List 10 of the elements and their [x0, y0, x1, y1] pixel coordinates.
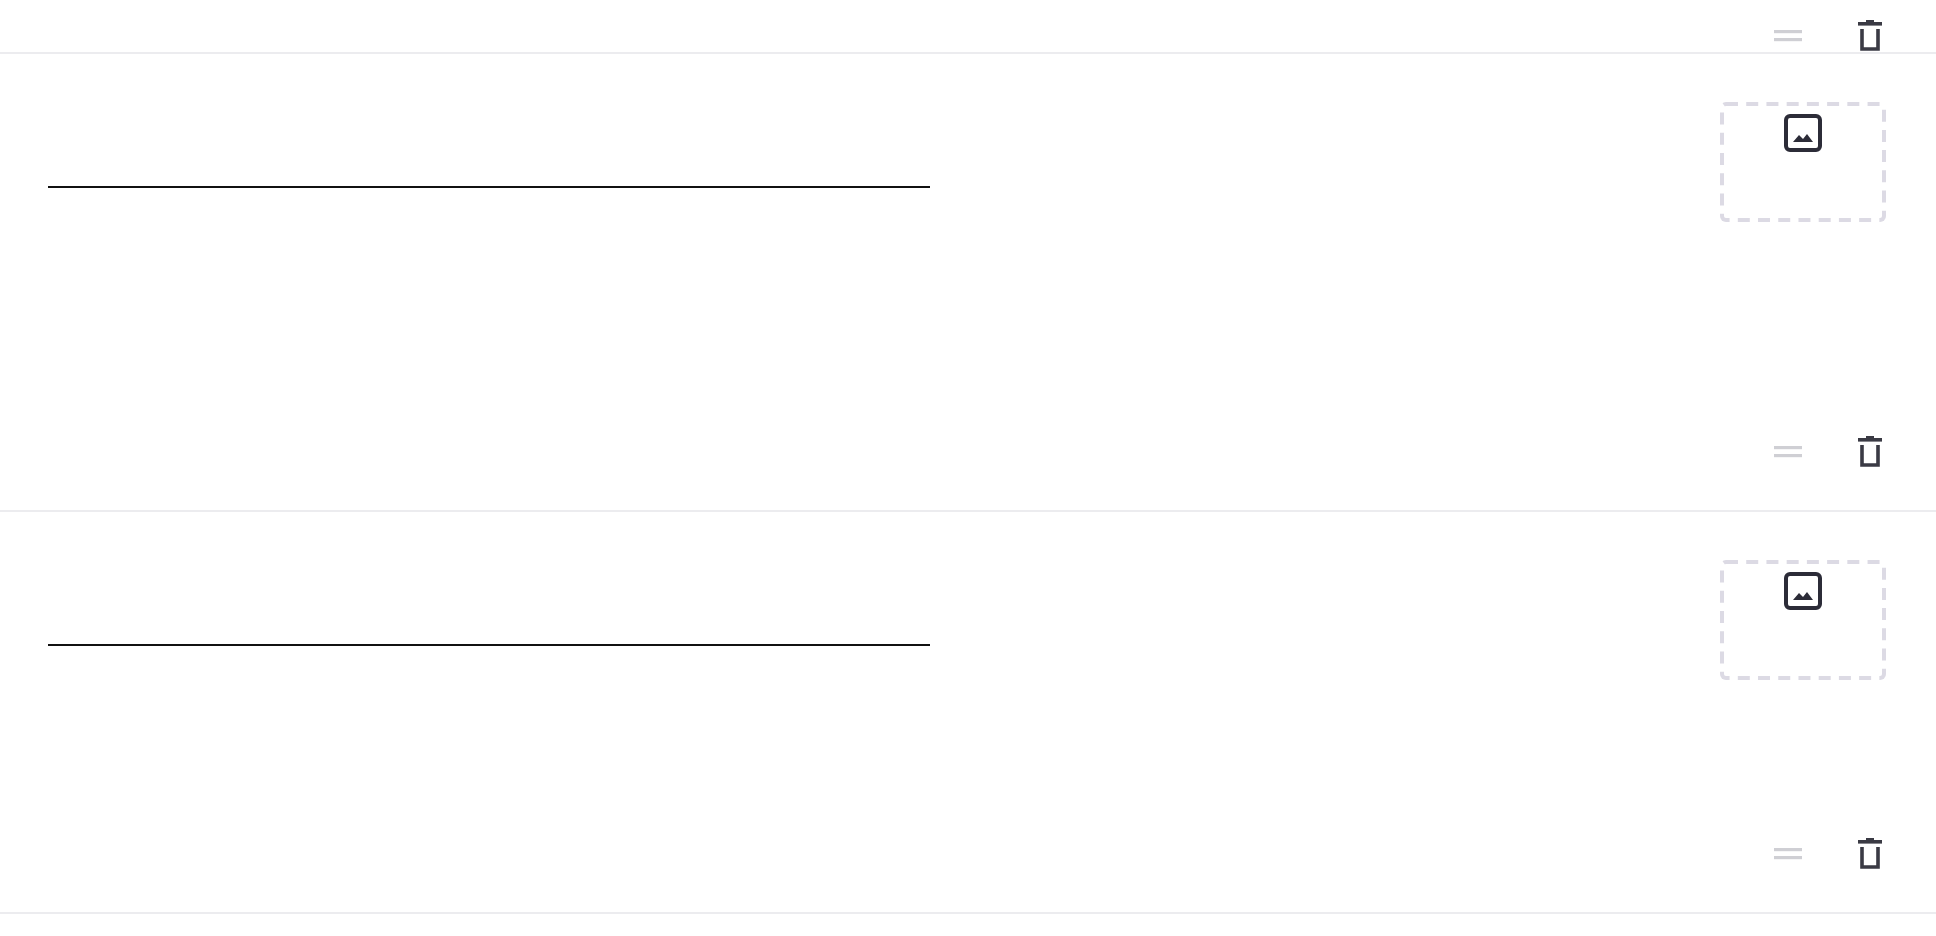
- image-icon: [1784, 572, 1822, 610]
- drag-handle-icon[interactable]: [1772, 30, 1804, 42]
- drag-handle-icon[interactable]: [1772, 848, 1804, 860]
- image-icon: [1784, 114, 1822, 152]
- delete-icon[interactable]: [1856, 838, 1884, 870]
- delete-icon[interactable]: [1856, 436, 1884, 468]
- drag-handle-icon[interactable]: [1772, 446, 1804, 458]
- delete-icon[interactable]: [1856, 20, 1884, 52]
- image-upload-area[interactable]: [1720, 560, 1886, 680]
- image-upload-area[interactable]: [1720, 102, 1886, 222]
